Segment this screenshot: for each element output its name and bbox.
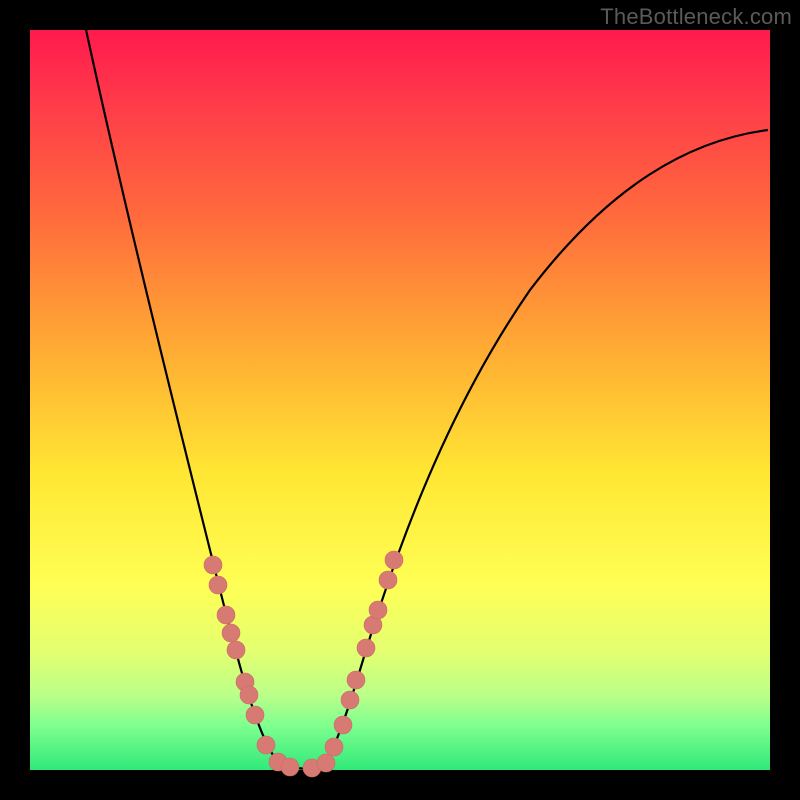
data-point <box>334 716 352 734</box>
data-point <box>217 606 235 624</box>
watermark-text: TheBottleneck.com <box>600 4 792 30</box>
data-point <box>281 758 299 776</box>
bottleneck-curve <box>85 25 768 769</box>
data-point <box>246 706 264 724</box>
dots-right-group <box>303 551 403 777</box>
data-point <box>369 601 387 619</box>
data-point <box>240 686 258 704</box>
data-point <box>341 691 359 709</box>
data-point <box>204 556 222 574</box>
data-point <box>347 671 365 689</box>
data-point <box>222 624 240 642</box>
data-point <box>357 639 375 657</box>
data-point <box>385 551 403 569</box>
data-point <box>227 641 245 659</box>
chart-svg <box>30 30 770 770</box>
data-point <box>325 738 343 756</box>
dots-left-group <box>204 556 299 776</box>
chart-canvas <box>30 30 770 770</box>
data-point <box>209 576 227 594</box>
data-point <box>317 754 335 772</box>
data-point <box>257 736 275 754</box>
data-point <box>379 571 397 589</box>
